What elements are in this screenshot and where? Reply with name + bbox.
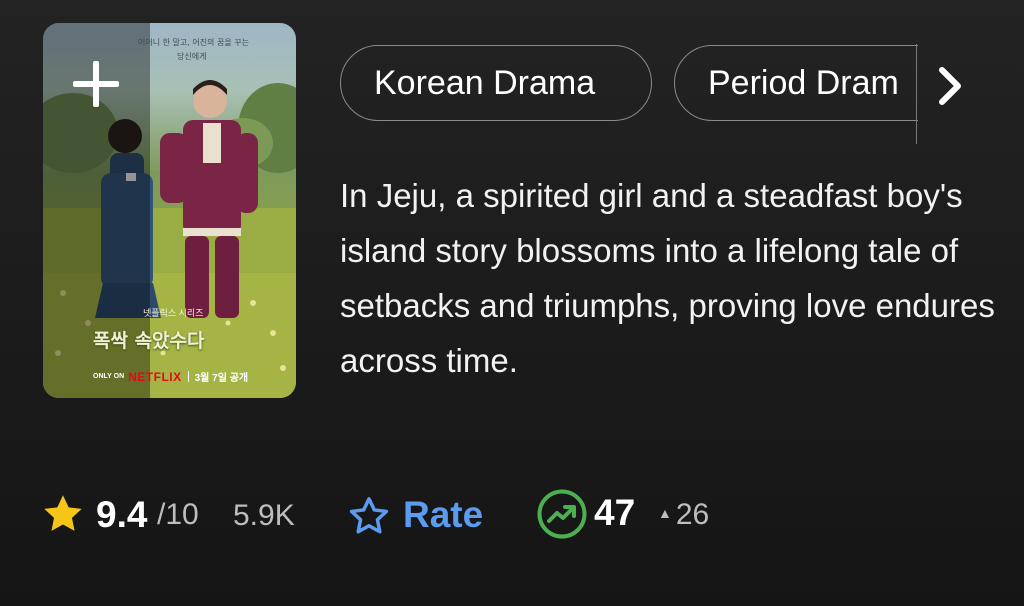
- popularity-change: ▲ 26: [658, 498, 709, 532]
- rating-out-of: /10: [157, 498, 199, 531]
- netflix-logo: NETFLIX: [128, 369, 182, 384]
- genre-chip-period-drama[interactable]: Period Dram: [674, 45, 918, 121]
- release-date: 3월 7일 공개: [194, 373, 249, 384]
- trending-up-icon: [537, 489, 587, 539]
- more-genres-button[interactable]: [930, 64, 970, 108]
- chevron-right-icon: [939, 67, 961, 105]
- popularity-rank: 47: [594, 492, 636, 533]
- poster-tagline-line2: 당신에게: [177, 52, 207, 61]
- poster-tagline-line1: 어머니 한 말고, 어진의 꿈을 꾸는: [138, 38, 249, 47]
- rating-votes: 5.9K: [233, 499, 295, 532]
- rating-score: 9.4: [96, 494, 148, 535]
- title-overview: 어머니 한 말고, 어진의 꿈을 꾸는 당신에게 넷플릭스 시리즈 폭싹 속았수…: [0, 0, 1024, 606]
- poster-footer: ONLY ON NETFLIX 3월 7일 공개: [93, 369, 249, 385]
- plot-summary[interactable]: In Jeju, a spirited girl and a steadfast…: [340, 168, 1000, 388]
- star-icon: [44, 495, 82, 531]
- only-on-label: ONLY ON: [93, 373, 125, 380]
- popularity-change-value: 26: [675, 498, 710, 531]
- poster-title: 폭싹 속았수다: [93, 330, 205, 352]
- rate-label: Rate: [403, 494, 484, 535]
- star-outline-icon: [349, 497, 389, 534]
- poster-divider: [187, 371, 189, 382]
- poster[interactable]: 어머니 한 말고, 어진의 꿈을 꾸는 당신에게 넷플릭스 시리즈 폭싹 속았수…: [43, 23, 296, 398]
- genre-chip-korean-drama[interactable]: Korean Drama: [340, 45, 652, 121]
- genre-chips: Korean Drama Period Dram: [340, 45, 918, 145]
- caret-up-icon: ▲: [658, 505, 672, 521]
- add-to-watchlist-button[interactable]: [69, 57, 123, 111]
- poster-subtitle: 넷플릭스 시리즈: [143, 308, 204, 318]
- rate-button[interactable]: Rate: [346, 488, 494, 540]
- chips-divider: [916, 44, 917, 144]
- rating-row: 9.4 /10 5.9K Rate 47 ▲ 26: [40, 486, 740, 542]
- plus-icon: [73, 61, 119, 107]
